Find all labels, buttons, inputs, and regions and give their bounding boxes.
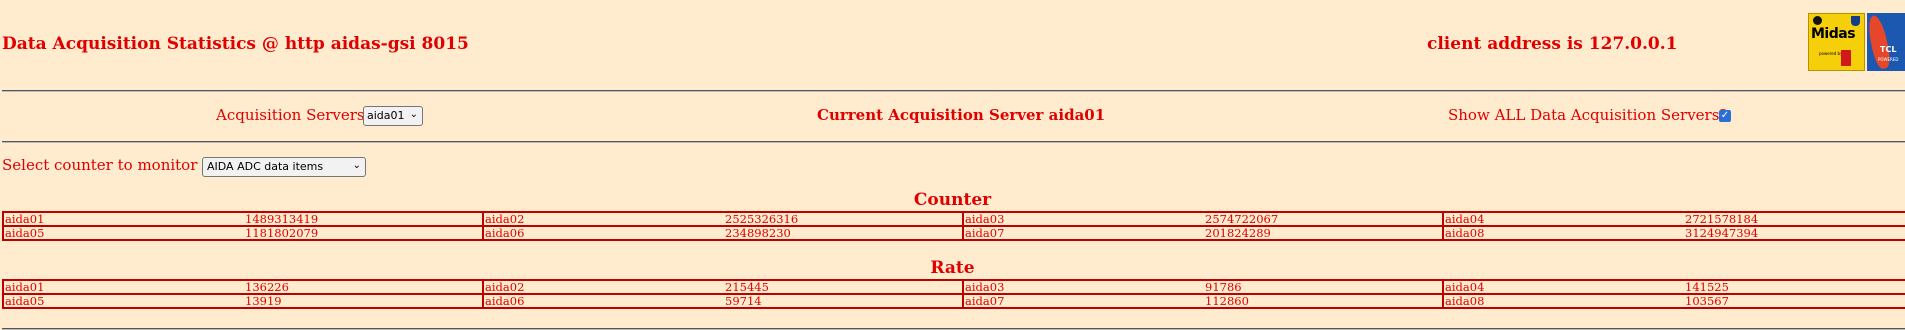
crest-icon — [1813, 16, 1822, 25]
divider — [2, 90, 1905, 92]
midas-logo-text: Midas — [1811, 26, 1856, 42]
show-all-servers-label: Show ALL Data Acquisition Servers? — [1448, 106, 1728, 124]
counter-value: 201824289 — [1204, 225, 1444, 241]
rate-table: aida01 136226 aida02 215445 aida03 91786… — [2, 279, 1905, 309]
counter-value: 1489313419 — [244, 211, 484, 227]
server-name: aida08 — [1442, 293, 1684, 309]
server-name: aida02 — [482, 211, 724, 227]
counter-value: 3124947394 — [1684, 225, 1905, 241]
counter-value: 2721578184 — [1684, 211, 1905, 227]
midas-logo: Midas powered by — [1808, 13, 1865, 71]
server-name: aida04 — [1442, 211, 1684, 227]
rate-value: 112860 — [1204, 293, 1444, 309]
server-name: aida06 — [482, 225, 724, 241]
counter-select-label: Select counter to monitor — [2, 156, 198, 174]
rate-value: 13919 — [244, 293, 484, 309]
rate-value: 91786 — [1204, 279, 1444, 295]
acquisition-server-selected: aida01 — [367, 109, 405, 122]
server-name: aida07 — [962, 293, 1204, 309]
server-name: aida04 — [1442, 279, 1684, 295]
counter-select[interactable]: AIDA ADC data items ⌄ — [202, 157, 366, 177]
client-address: client address is 127.0.0.1 — [1427, 34, 1678, 54]
rate-value: 103567 — [1684, 293, 1905, 309]
rate-title: Rate — [930, 258, 975, 278]
counter-value: 2525326316 — [724, 211, 964, 227]
server-name: aida02 — [482, 279, 724, 295]
counter-title: Counter — [913, 190, 992, 210]
current-server: Current Acquisition Server aida01 — [817, 106, 1106, 124]
table-row: aida01 1489313419 aida02 2525326316 aida… — [2, 211, 1905, 227]
chevron-down-icon: ⌄ — [409, 109, 418, 120]
server-name: aida08 — [1442, 225, 1684, 241]
server-name: aida05 — [2, 293, 244, 309]
tcl-logo-small-text: POWERED — [1878, 57, 1899, 62]
rate-value: 136226 — [244, 279, 484, 295]
server-name: aida06 — [482, 293, 724, 309]
server-name: aida01 — [2, 279, 244, 295]
logos: Midas powered by TCL POWERED — [1808, 13, 1905, 72]
server-name: aida01 — [2, 211, 244, 227]
rate-value: 59714 — [724, 293, 964, 309]
server-name: aida03 — [962, 279, 1204, 295]
divider — [2, 141, 1905, 143]
page-title: Data Acquisition Statistics @ http aidas… — [2, 34, 469, 54]
shield-icon — [1851, 16, 1860, 26]
counter-select-selected: AIDA ADC data items — [207, 160, 324, 173]
table-row: aida05 1181802079 aida06 234898230 aida0… — [2, 225, 1905, 241]
midas-logo-small-text: powered by — [1819, 51, 1843, 56]
server-name: aida03 — [962, 211, 1204, 227]
server-name: aida05 — [2, 225, 244, 241]
acquisition-servers-label: Acquisition Servers — [216, 106, 365, 124]
acquisition-server-select[interactable]: aida01 ⌄ — [363, 106, 423, 126]
table-row: aida05 13919 aida06 59714 aida07 112860 … — [2, 293, 1905, 309]
server-name: aida07 — [962, 225, 1204, 241]
chevron-down-icon: ⌄ — [352, 160, 361, 171]
tcl-logo: TCL POWERED — [1867, 13, 1905, 71]
table-row: aida01 136226 aida02 215445 aida03 91786… — [2, 279, 1905, 295]
counter-table: aida01 1489313419 aida02 2525326316 aida… — [2, 211, 1905, 241]
counter-value: 1181802079 — [244, 225, 484, 241]
counter-value: 234898230 — [724, 225, 964, 241]
rate-value: 141525 — [1684, 279, 1905, 295]
show-all-servers-checkbox[interactable]: ✓ — [1719, 110, 1731, 122]
counter-value: 2574722067 — [1204, 211, 1444, 227]
rate-value: 215445 — [724, 279, 964, 295]
flag-icon — [1841, 50, 1851, 66]
tcl-logo-text: TCL — [1880, 45, 1897, 54]
